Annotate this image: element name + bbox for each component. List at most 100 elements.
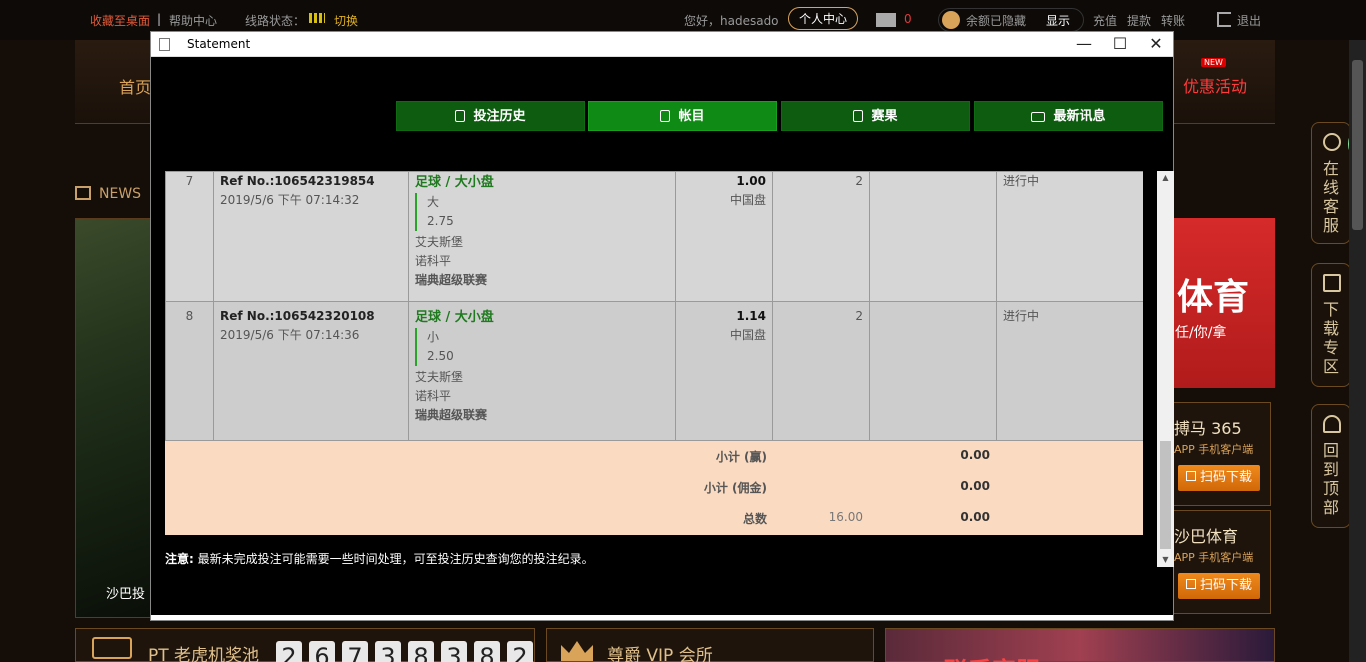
- bet-odds-type: 中国盘: [729, 193, 766, 207]
- app-box-1-subtitle: APP 手机客户端: [1174, 443, 1254, 456]
- scan-download-button-2[interactable]: 扫码下载: [1178, 573, 1260, 599]
- total-stake: 16.00: [828, 510, 863, 524]
- sports-banner[interactable]: 体育 任/你/拿: [1173, 218, 1275, 388]
- sports-banner-subtitle: 任/你/拿: [1175, 325, 1227, 341]
- summary-row-win: 小计 (赢) 0.00: [165, 441, 1143, 472]
- statement-scrollbar-thumb[interactable]: [1160, 441, 1171, 549]
- vip-panel[interactable]: 尊爵 VIP 会所: [546, 628, 874, 662]
- personal-center-button[interactable]: 个人中心: [788, 7, 859, 30]
- float-back-to-top-label: 回到顶部: [1323, 441, 1340, 517]
- tab-bet-history[interactable]: 投注历史: [396, 101, 585, 131]
- statement-window: Statement — ☐ ✕ 投注历史 帐目 赛果 最新讯息 7 Ref No…: [150, 31, 1174, 621]
- total-amount: 0.00: [960, 510, 990, 524]
- show-balance-button[interactable]: 显示: [1046, 12, 1070, 29]
- bet-market: 足球 / 大小盘: [415, 175, 494, 190]
- page-scrollbar-thumb[interactable]: [1352, 60, 1363, 230]
- bottom-right-banner[interactable]: 联系客服: [885, 628, 1275, 662]
- bet-index: 8: [165, 301, 214, 441]
- jackpot-label: PT 老虎机奖池: [148, 646, 260, 662]
- bet-home-team: 艾夫斯堡: [415, 235, 464, 249]
- jackpot-digit: 3: [441, 641, 467, 662]
- summary-row-total: 总数 16.00 0.00: [165, 503, 1143, 535]
- promo-banner-text: 沙巴投: [106, 587, 146, 602]
- table-row: 7 Ref No.:106542319854 2019/5/6 下午 07:14…: [165, 171, 1143, 302]
- jackpot-digit: 2: [507, 641, 533, 662]
- tab-results[interactable]: 赛果: [781, 101, 970, 131]
- bet-away-team: 诺科平: [415, 254, 452, 268]
- transfer-link[interactable]: 转账: [1161, 12, 1185, 29]
- jackpot-panel: PT 老虎机奖池 26738382: [75, 628, 535, 662]
- withdraw-link[interactable]: 提款: [1127, 12, 1151, 29]
- results-icon: [853, 110, 864, 122]
- bet-selection-block: 小 2.50: [415, 328, 669, 366]
- bet-odds-cell: 1.00 中国盘: [675, 171, 773, 302]
- monitor-icon: [1323, 274, 1341, 292]
- bet-index: 7: [165, 171, 214, 302]
- bet-result: [869, 171, 997, 302]
- line-status-label: 线路状态：: [245, 14, 306, 28]
- logout-link[interactable]: 退出: [1237, 12, 1261, 29]
- window-titlebar[interactable]: Statement — ☐ ✕: [151, 32, 1173, 57]
- app-box-2-title: 沙巴体育: [1174, 527, 1239, 546]
- window-title: Statement: [187, 37, 251, 51]
- switch-line-link[interactable]: 切换: [334, 12, 358, 29]
- bookmark-link[interactable]: 收藏至桌面: [90, 12, 150, 29]
- tab-account-label: 帐目: [678, 109, 705, 124]
- mail-count: 0: [904, 12, 912, 26]
- jackpot-digit: 8: [474, 641, 500, 662]
- tab-latest-news[interactable]: 最新讯息: [974, 101, 1163, 131]
- bet-ref-cell: Ref No.:106542319854 2019/5/6 下午 07:14:3…: [213, 171, 409, 302]
- notice-prefix: 注意:: [165, 552, 194, 566]
- statement-scrollbar[interactable]: ▲ ▼: [1157, 171, 1174, 567]
- help-link[interactable]: 帮助中心: [169, 12, 217, 29]
- scroll-up-arrow[interactable]: ▲: [1157, 171, 1174, 185]
- tab-account[interactable]: 帐目: [588, 101, 777, 131]
- close-button[interactable]: ✕: [1138, 32, 1174, 57]
- mail-icon[interactable]: [876, 13, 896, 27]
- page-scrollbar[interactable]: [1349, 40, 1366, 662]
- nav-promotions[interactable]: 优惠活动: [1183, 73, 1247, 97]
- bet-away-team: 诺科平: [415, 389, 452, 403]
- maximize-button[interactable]: ☐: [1102, 32, 1138, 57]
- bet-time: 2019/5/6 下午 07:14:36: [220, 328, 360, 342]
- document-icon: [159, 38, 170, 51]
- nav-home[interactable]: 首页: [119, 74, 151, 98]
- bet-detail-cell: 足球 / 大小盘 小 2.50 艾夫斯堡 诺科平 瑞典超级联赛: [408, 301, 676, 441]
- float-back-to-top[interactable]: 回到顶部: [1311, 404, 1351, 528]
- float-online-service-label: 在线客服: [1323, 159, 1340, 235]
- notice-text: 注意: 最新未完成投注可能需要一些时间处理，可至投注历史查询您的投注纪录。: [165, 550, 594, 567]
- bet-line: 2.50: [427, 349, 454, 363]
- bet-odds-type: 中国盘: [729, 328, 766, 342]
- bet-odds: 1.14: [736, 309, 766, 323]
- bottom-right-banner-text: 联系客服: [944, 651, 1040, 662]
- signal-icon: [309, 13, 325, 23]
- float-download-zone-label: 下载专区: [1323, 300, 1340, 376]
- rocket-icon: [1323, 415, 1341, 433]
- statement-content[interactable]: 7 Ref No.:106542319854 2019/5/6 下午 07:14…: [165, 171, 1143, 567]
- statement-tabs: 投注历史 帐目 赛果 最新讯息: [396, 101, 1166, 132]
- scroll-down-arrow[interactable]: ▼: [1157, 553, 1174, 567]
- greeting-text: 您好，hadesado: [684, 14, 779, 28]
- bet-ref-number: Ref No.:106542320108: [220, 309, 375, 323]
- float-online-service[interactable]: 在线客服: [1311, 122, 1351, 244]
- bet-stake: 2: [772, 171, 870, 302]
- summary-row-commission: 小计 (佣金) 0.00: [165, 472, 1143, 503]
- summary-block: 小计 (赢) 0.00 小计 (佣金) 0.00 总数 16.00 0.00: [165, 441, 1143, 535]
- subtotal-win-amount: 0.00: [960, 448, 990, 462]
- bet-selection: 小: [427, 330, 440, 344]
- sports-banner-title: 体育: [1177, 277, 1250, 318]
- app-download-box-1: 搏马 365 APP 手机客户端 扫码下载: [1173, 402, 1271, 506]
- scan-download-button-1[interactable]: 扫码下载: [1178, 465, 1260, 491]
- bet-league: 瑞典超级联赛: [415, 408, 488, 422]
- tab-bet-history-label: 投注历史: [473, 109, 526, 124]
- headset-icon: [1323, 133, 1341, 151]
- deposit-link[interactable]: 充值: [1093, 12, 1117, 29]
- bet-ref-cell: Ref No.:106542320108 2019/5/6 下午 07:14:3…: [213, 301, 409, 441]
- minimize-button[interactable]: —: [1066, 32, 1102, 57]
- bet-detail-cell: 足球 / 大小盘 大 2.75 艾夫斯堡 诺科平 瑞典超级联赛: [408, 171, 676, 302]
- ledger-icon: [660, 110, 671, 122]
- float-download-zone[interactable]: 下载专区: [1311, 263, 1351, 387]
- logout-icon[interactable]: [1217, 12, 1231, 27]
- promo-banner[interactable]: 沙巴投: [75, 218, 155, 618]
- jackpot-digit: 2: [276, 641, 302, 662]
